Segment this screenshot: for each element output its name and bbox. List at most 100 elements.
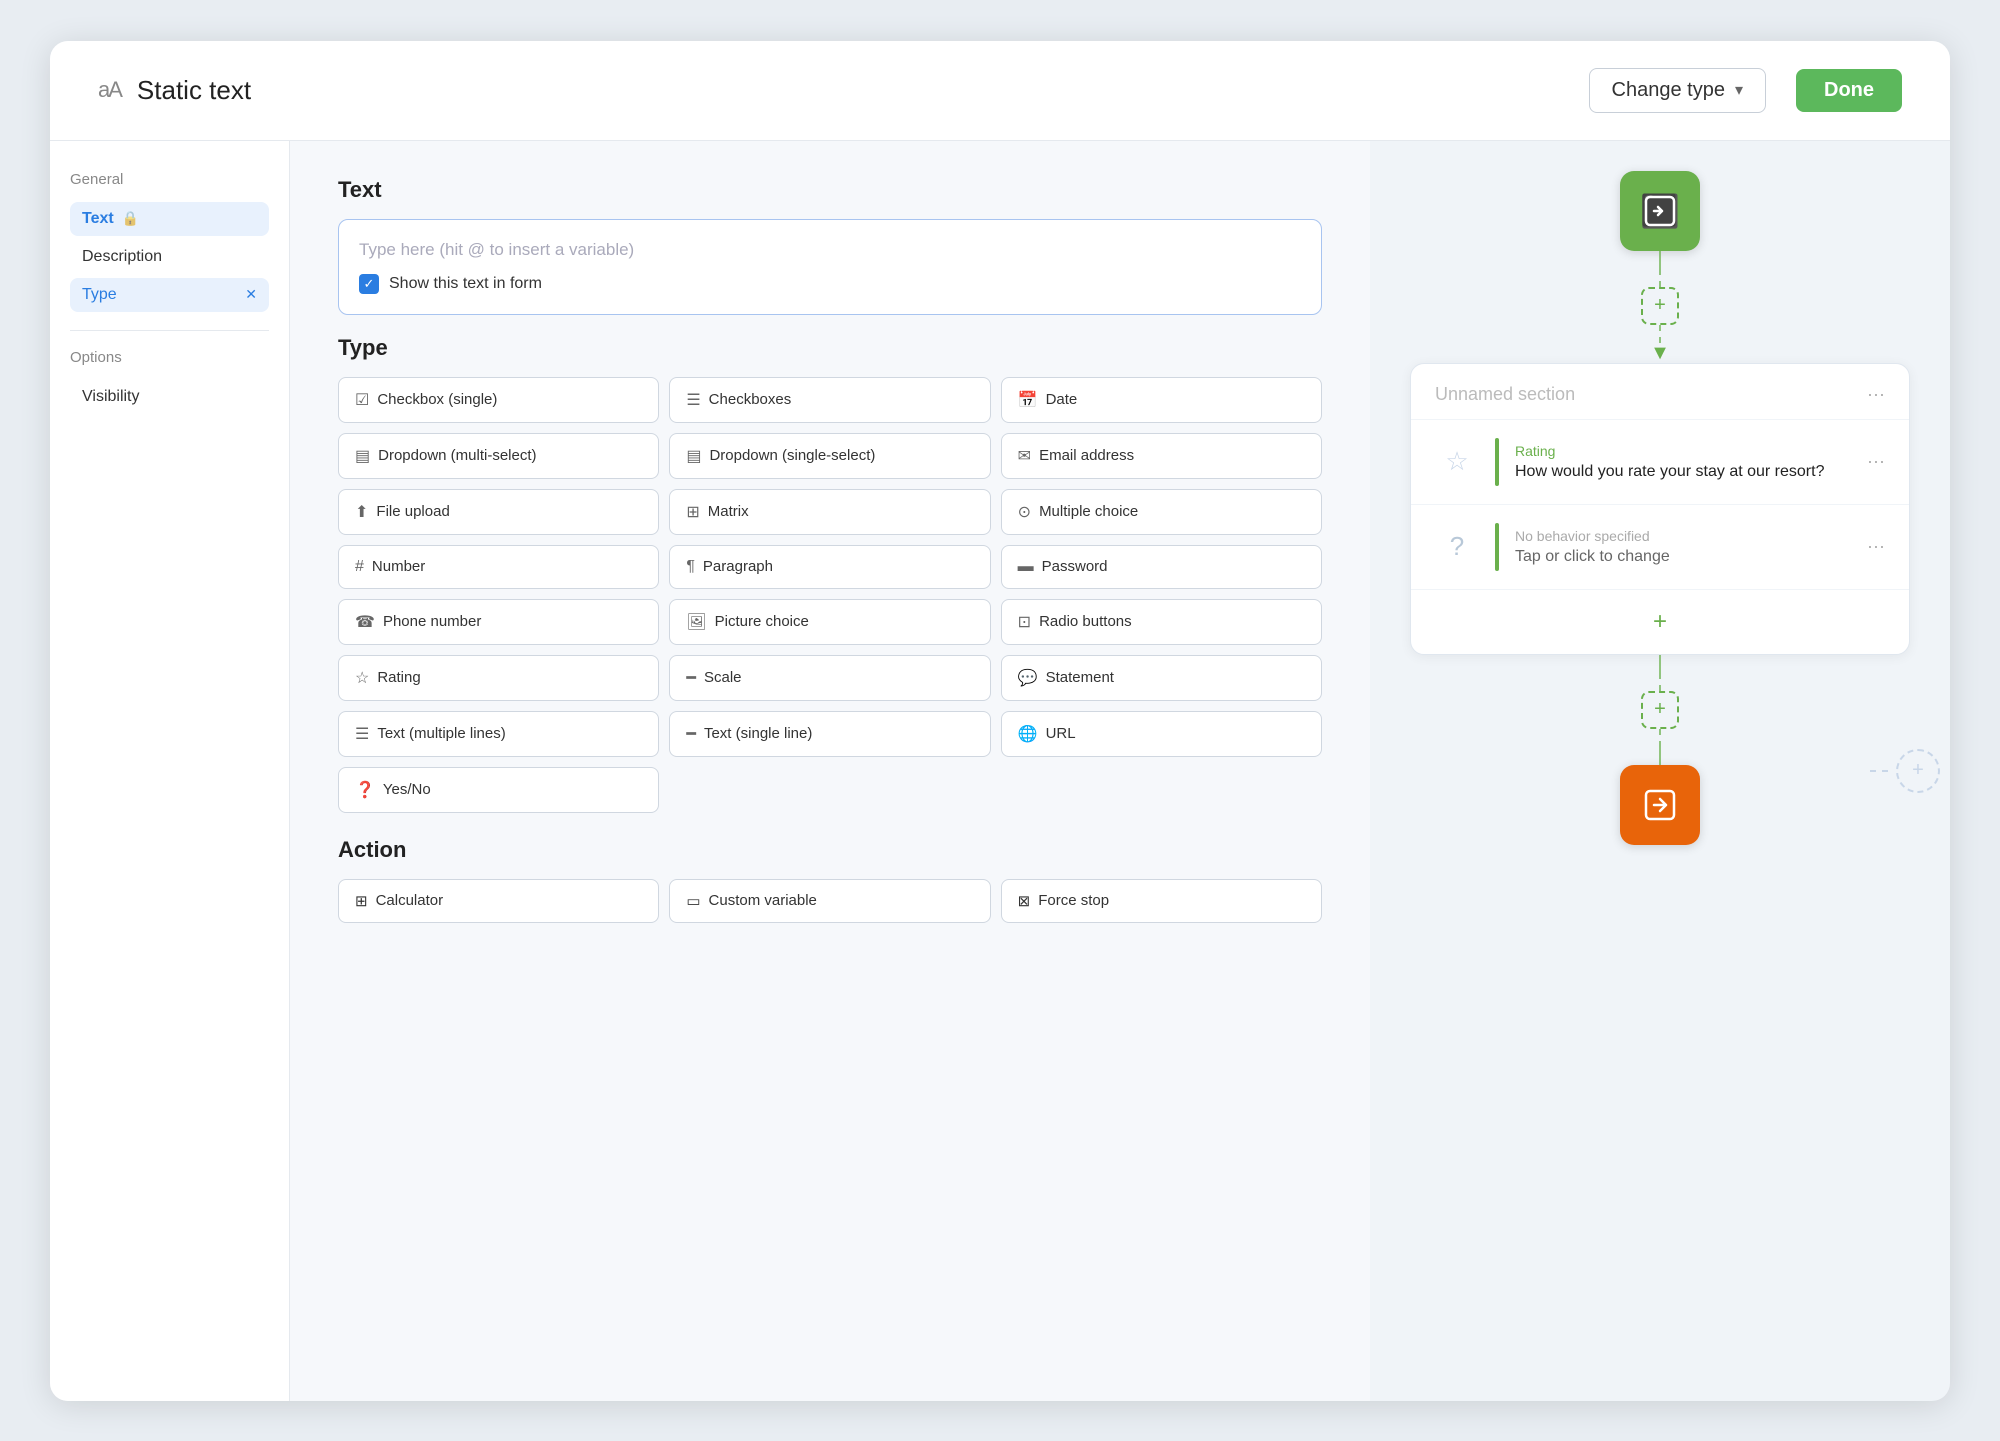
type-icon-3: ▤ [355, 446, 370, 466]
type-icon-6: ⬆ [355, 502, 368, 522]
type-button-file-upload[interactable]: ⬆File upload [338, 489, 659, 535]
type-label-21: Yes/No [383, 781, 431, 798]
type-button-text-(single-line)[interactable]: ━Text (single line) [669, 711, 990, 757]
type-label-14: Radio buttons [1039, 613, 1132, 630]
show-form-row: ✓ Show this text in form [359, 274, 1301, 294]
type-button-picture-choice[interactable]: 🖼Picture choice [669, 599, 990, 645]
sidebar-item-text[interactable]: Text 🔒 [70, 202, 269, 236]
type-label-12: Phone number [383, 613, 481, 630]
action-button-calculator[interactable]: ⊞ Calculator [338, 879, 659, 923]
show-form-checkbox[interactable]: ✓ [359, 274, 379, 294]
type-label-1: Checkboxes [709, 391, 792, 408]
section-add-row: + [1411, 590, 1909, 654]
flow-line-dashed-1 [1659, 269, 1661, 287]
type-label-8: Multiple choice [1039, 503, 1138, 520]
section-add-button[interactable]: + [1642, 604, 1678, 640]
flow-entry-node[interactable]: ⬛ [1620, 171, 1700, 251]
type-button-matrix[interactable]: ⊞Matrix [669, 489, 990, 535]
sidebar-visibility: Visibility [70, 380, 269, 414]
action-grid: ⊞ Calculator ▭Custom variable ⊠ Force stop [338, 879, 1322, 923]
section-card-item-rating[interactable]: ☆ Rating How would you rate your stay at… [1411, 420, 1909, 505]
header: aA Static text Change type ▾ Done [50, 41, 1950, 141]
type-button-phone-number[interactable]: ☎Phone number [338, 599, 659, 645]
action-button-custom-variable[interactable]: ▭Custom variable [669, 879, 990, 923]
type-grid: ☑Checkbox (single)☰Checkboxes📅Date▤Dropd… [338, 377, 1322, 813]
type-icon-14: ⊡ [1018, 612, 1031, 632]
type-icon-5: ✉ [1018, 446, 1031, 466]
type-label-2: Date [1046, 391, 1078, 408]
type-icon-10: ¶ [686, 558, 695, 576]
section-card-item-no-behavior[interactable]: ? No behavior specified Tap or click to … [1411, 505, 1909, 590]
flow-connector-2: + [1641, 655, 1679, 765]
flow-line-1 [1659, 251, 1661, 269]
type-button-dropdown-(single-select)[interactable]: ▤Dropdown (single-select) [669, 433, 990, 479]
type-button-email-address[interactable]: ✉Email address [1001, 433, 1322, 479]
type-button-checkbox-(single)[interactable]: ☑Checkbox (single) [338, 377, 659, 423]
type-button-yes/no[interactable]: ❓ Yes/No [338, 767, 659, 813]
type-button-scale[interactable]: ━Scale [669, 655, 990, 701]
rating-menu-button[interactable]: ··· [1867, 451, 1885, 472]
type-button-multiple-choice[interactable]: ⊙Multiple choice [1001, 489, 1322, 535]
header-icon: aA [98, 77, 121, 103]
question-icon: ? [1435, 525, 1479, 569]
rating-label: Rating [1515, 443, 1851, 459]
change-type-button[interactable]: Change type ▾ [1589, 68, 1766, 113]
action-icon-2: ⊠ [1018, 892, 1031, 910]
sidebar: General Text 🔒 Description Type ✕ Option… [50, 141, 290, 1401]
no-behavior-menu-button[interactable]: ··· [1867, 536, 1885, 557]
sidebar-divider [70, 330, 269, 331]
type-label-13: Picture choice [715, 613, 809, 630]
type-button-text-(multiple-lines)[interactable]: ☰Text (multiple lines) [338, 711, 659, 757]
type-button-statement[interactable]: 💬Statement [1001, 655, 1322, 701]
action-button-force-stop[interactable]: ⊠ Force stop [1001, 879, 1322, 923]
sidebar-general-label: General [70, 171, 269, 188]
type-label-7: Matrix [708, 503, 749, 520]
type-label-4: Dropdown (single-select) [709, 447, 875, 464]
action-icon-0: ⊞ [355, 892, 368, 910]
type-label-19: Text (single line) [704, 725, 812, 742]
ghost-add-node[interactable]: + [1896, 749, 1940, 793]
type-button-rating[interactable]: ☆ Rating [338, 655, 659, 701]
type-label-15: Rating [377, 669, 420, 686]
flow-connector-1: + ▼ [1641, 251, 1679, 363]
item-bar-2 [1495, 523, 1499, 571]
text-input-placeholder: Type here (hit @ to insert a variable) [359, 240, 1301, 260]
type-icon-9: # [355, 558, 364, 576]
rating-content: Rating How would you rate your stay at o… [1515, 443, 1851, 481]
type-button-password[interactable]: ▬Password [1001, 545, 1322, 589]
type-icon-21: ❓ [355, 780, 375, 800]
done-button[interactable]: Done [1796, 69, 1902, 112]
sidebar-text-label: Text [82, 210, 114, 228]
page-title: Static text [137, 75, 1573, 106]
type-icon-15: ☆ [355, 668, 369, 688]
show-form-label: Show this text in form [389, 275, 542, 293]
type-label-3: Dropdown (multi-select) [378, 447, 536, 464]
type-button-checkboxes[interactable]: ☰Checkboxes [669, 377, 990, 423]
action-label-0: Calculator [376, 892, 444, 909]
type-button-url[interactable]: 🌐URL [1001, 711, 1322, 757]
type-button-dropdown-(multi-select)[interactable]: ▤ Dropdown (multi-select) [338, 433, 659, 479]
flow-add-button-1[interactable]: + [1641, 287, 1679, 325]
text-section-title: Text [338, 177, 1322, 203]
close-icon[interactable]: ✕ [245, 286, 257, 303]
flow-add-button-2[interactable]: + [1641, 691, 1679, 729]
action-label-2: Force stop [1038, 892, 1109, 909]
no-behavior-content: No behavior specified Tap or click to ch… [1515, 528, 1851, 566]
flow-line-dashed-2 [1659, 325, 1661, 343]
type-button-paragraph[interactable]: ¶Paragraph [669, 545, 990, 589]
star-icon: ☆ [1435, 440, 1479, 484]
type-button-number[interactable]: #Number [338, 545, 659, 589]
right-ghost-connector: + [1870, 749, 1940, 793]
type-button-date[interactable]: 📅Date [1001, 377, 1322, 423]
flow-line-dashed-4 [1659, 729, 1661, 747]
type-icon-20: 🌐 [1018, 724, 1038, 744]
flow-line-2 [1659, 655, 1661, 673]
flow-exit-node[interactable] [1620, 765, 1700, 845]
type-button-radio-buttons[interactable]: ⊡ Radio buttons [1001, 599, 1322, 645]
rating-question: How would you rate your stay at our reso… [1515, 463, 1851, 481]
flow-line-3 [1659, 747, 1661, 765]
section-menu-button[interactable]: ··· [1867, 384, 1885, 405]
section-card: Unnamed section ··· ☆ Rating How would y… [1410, 363, 1910, 655]
sidebar-item-type[interactable]: Type ✕ [70, 278, 269, 312]
text-input-box: Type here (hit @ to insert a variable) ✓… [338, 219, 1322, 315]
